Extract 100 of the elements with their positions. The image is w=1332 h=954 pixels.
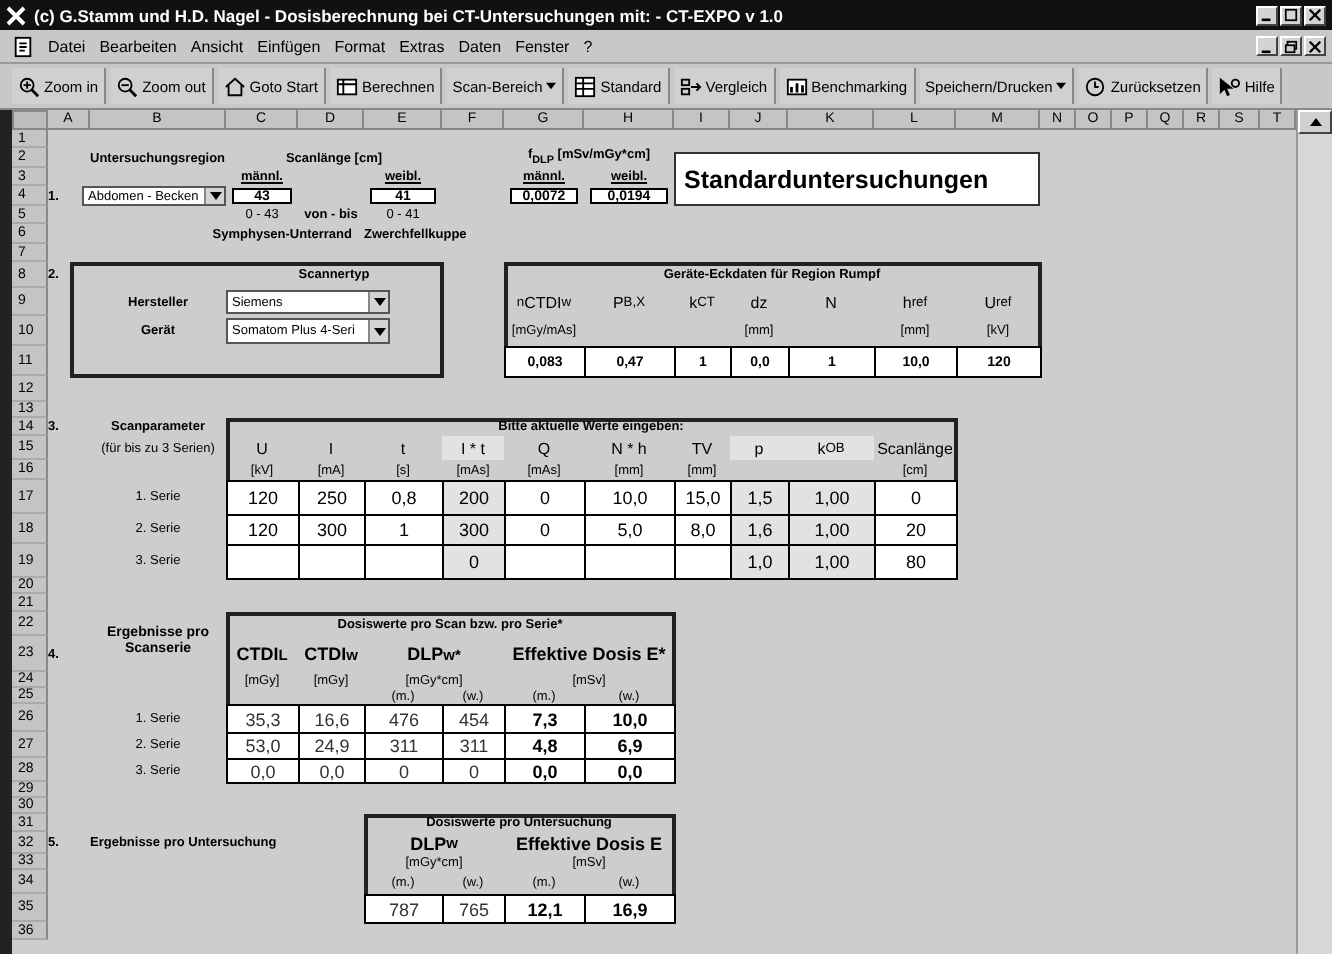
value-cell: 454 [442,704,506,734]
column-header-text: Effektive Dosis E* [510,642,668,668]
window-title: (c) G.Stamm und H.D. Nagel - Dosisberechnung bei CT-Untersuchungen mit: - CT-EXPO v 1.0 [34,5,784,25]
value-cell[interactable] [364,544,444,580]
value-cell: 6,9 [584,732,676,760]
value-cell: 35,3 [226,704,300,734]
value-cell: 311 [364,732,444,760]
menu-item[interactable]: Ansicht [190,37,244,55]
close-button[interactable] [1304,36,1326,56]
value-cell: 0 [442,758,506,784]
value-cell[interactable]: 15,0 [674,480,732,516]
value-cell[interactable]: 0 [874,480,958,516]
value-cell: 0,0 [298,758,366,784]
up-arrow-icon [1309,118,1321,126]
value-cell: 0 [364,758,444,784]
minimize-button[interactable] [1256,36,1278,56]
value-cell: 0 [442,544,506,580]
menu-item[interactable]: Extras [399,37,445,55]
value-cell[interactable]: 10,0 [584,480,676,516]
column-symbol: p [730,436,788,460]
value-cell: 0,0 [584,758,676,784]
compare-icon [679,75,702,97]
value-cell[interactable] [226,544,300,580]
value-cell[interactable]: 80 [874,544,958,580]
zoom-in-icon [18,75,40,97]
value-cell: 0,0 [226,758,300,784]
value-cell[interactable]: 20 [874,514,958,546]
value-cell[interactable]: 250 [298,480,366,516]
value-cell[interactable]: 0,8 [364,480,444,516]
value-cell: 1,5 [730,480,790,516]
value-cell: 765 [442,894,506,924]
value-cell: 4,8 [504,732,586,760]
column-symbol: Scanlänge [875,437,955,460]
caret-icon [546,82,557,90]
menu-item[interactable]: Fenster [515,37,570,55]
column-symbol: TV [689,437,715,460]
home-icon [223,75,246,97]
cross-icon [6,5,26,25]
value-cell: 12,1 [504,894,586,924]
maximize-button[interactable] [1280,5,1302,25]
column-symbol: U [254,437,270,460]
value-cell: 476 [364,704,444,734]
value-cell[interactable]: 120 [226,514,300,546]
value-cell[interactable]: 5,0 [584,514,676,546]
value-cell[interactable]: 300 [298,514,366,546]
menu-item[interactable]: Daten [458,37,502,55]
value-cell[interactable] [298,544,366,580]
column-header-text: Effektive Dosis E [513,832,665,854]
menu-item[interactable]: Format [334,37,386,55]
close-button[interactable] [1304,5,1326,25]
caret-icon [373,298,385,306]
value-cell: 311 [442,732,506,760]
vertical-scrollbar[interactable] [1296,110,1332,954]
column-symbol: I [326,437,336,460]
value-cell[interactable]: 120 [226,480,300,516]
chart-icon [785,75,808,97]
zoom-out-icon [116,75,139,97]
value-cell: 300 [442,514,506,546]
value-cell: 53,0 [226,732,300,760]
value-cell: 1,00 [788,544,876,580]
value-cell[interactable] [504,544,586,580]
reset-icon [1084,75,1107,97]
value-cell: 200 [442,480,506,516]
mode-title: Standarduntersuchungen [674,152,1040,206]
value-cell: 16,9 [584,894,676,924]
caret-icon [209,192,221,200]
column-symbol: t [398,437,408,460]
column-symbol: dz [748,291,770,315]
value-cell[interactable] [584,544,676,580]
caret-icon [1056,82,1067,90]
menu-item[interactable]: ? [583,37,593,55]
close-icon [1308,39,1322,53]
document-icon [12,35,34,57]
column-symbol: N [823,291,839,315]
column-symbol: Q [535,437,553,460]
help-icon [1218,75,1241,97]
caret-icon [373,327,385,335]
value-cell[interactable] [674,544,732,580]
menu-item[interactable]: Einfügen [257,37,321,55]
value-cell[interactable]: 1 [364,514,444,546]
value-cell: 1,00 [788,514,876,546]
restore-button[interactable] [1280,36,1302,56]
table-icon [335,75,358,97]
minimize-button[interactable] [1256,5,1278,25]
column-symbol: N * h [609,437,649,460]
value-cell: 787 [364,894,444,924]
menu-item[interactable]: Datei [48,37,86,55]
value-cell: 1,00 [788,480,876,516]
value-cell[interactable]: 0 [504,480,586,516]
value-cell[interactable]: 0 [504,514,586,546]
value-cell: 1,6 [730,514,790,546]
grid-icon [574,75,597,97]
value-cell[interactable]: 8,0 [674,514,732,546]
scroll-up-button[interactable] [1298,110,1332,134]
value-cell: 24,9 [298,732,366,760]
value-cell: 10,0 [584,704,676,734]
value-cell: 16,6 [298,704,366,734]
close-icon [1308,8,1322,22]
restore-icon [1284,39,1298,53]
menu-item[interactable]: Bearbeiten [99,37,177,55]
